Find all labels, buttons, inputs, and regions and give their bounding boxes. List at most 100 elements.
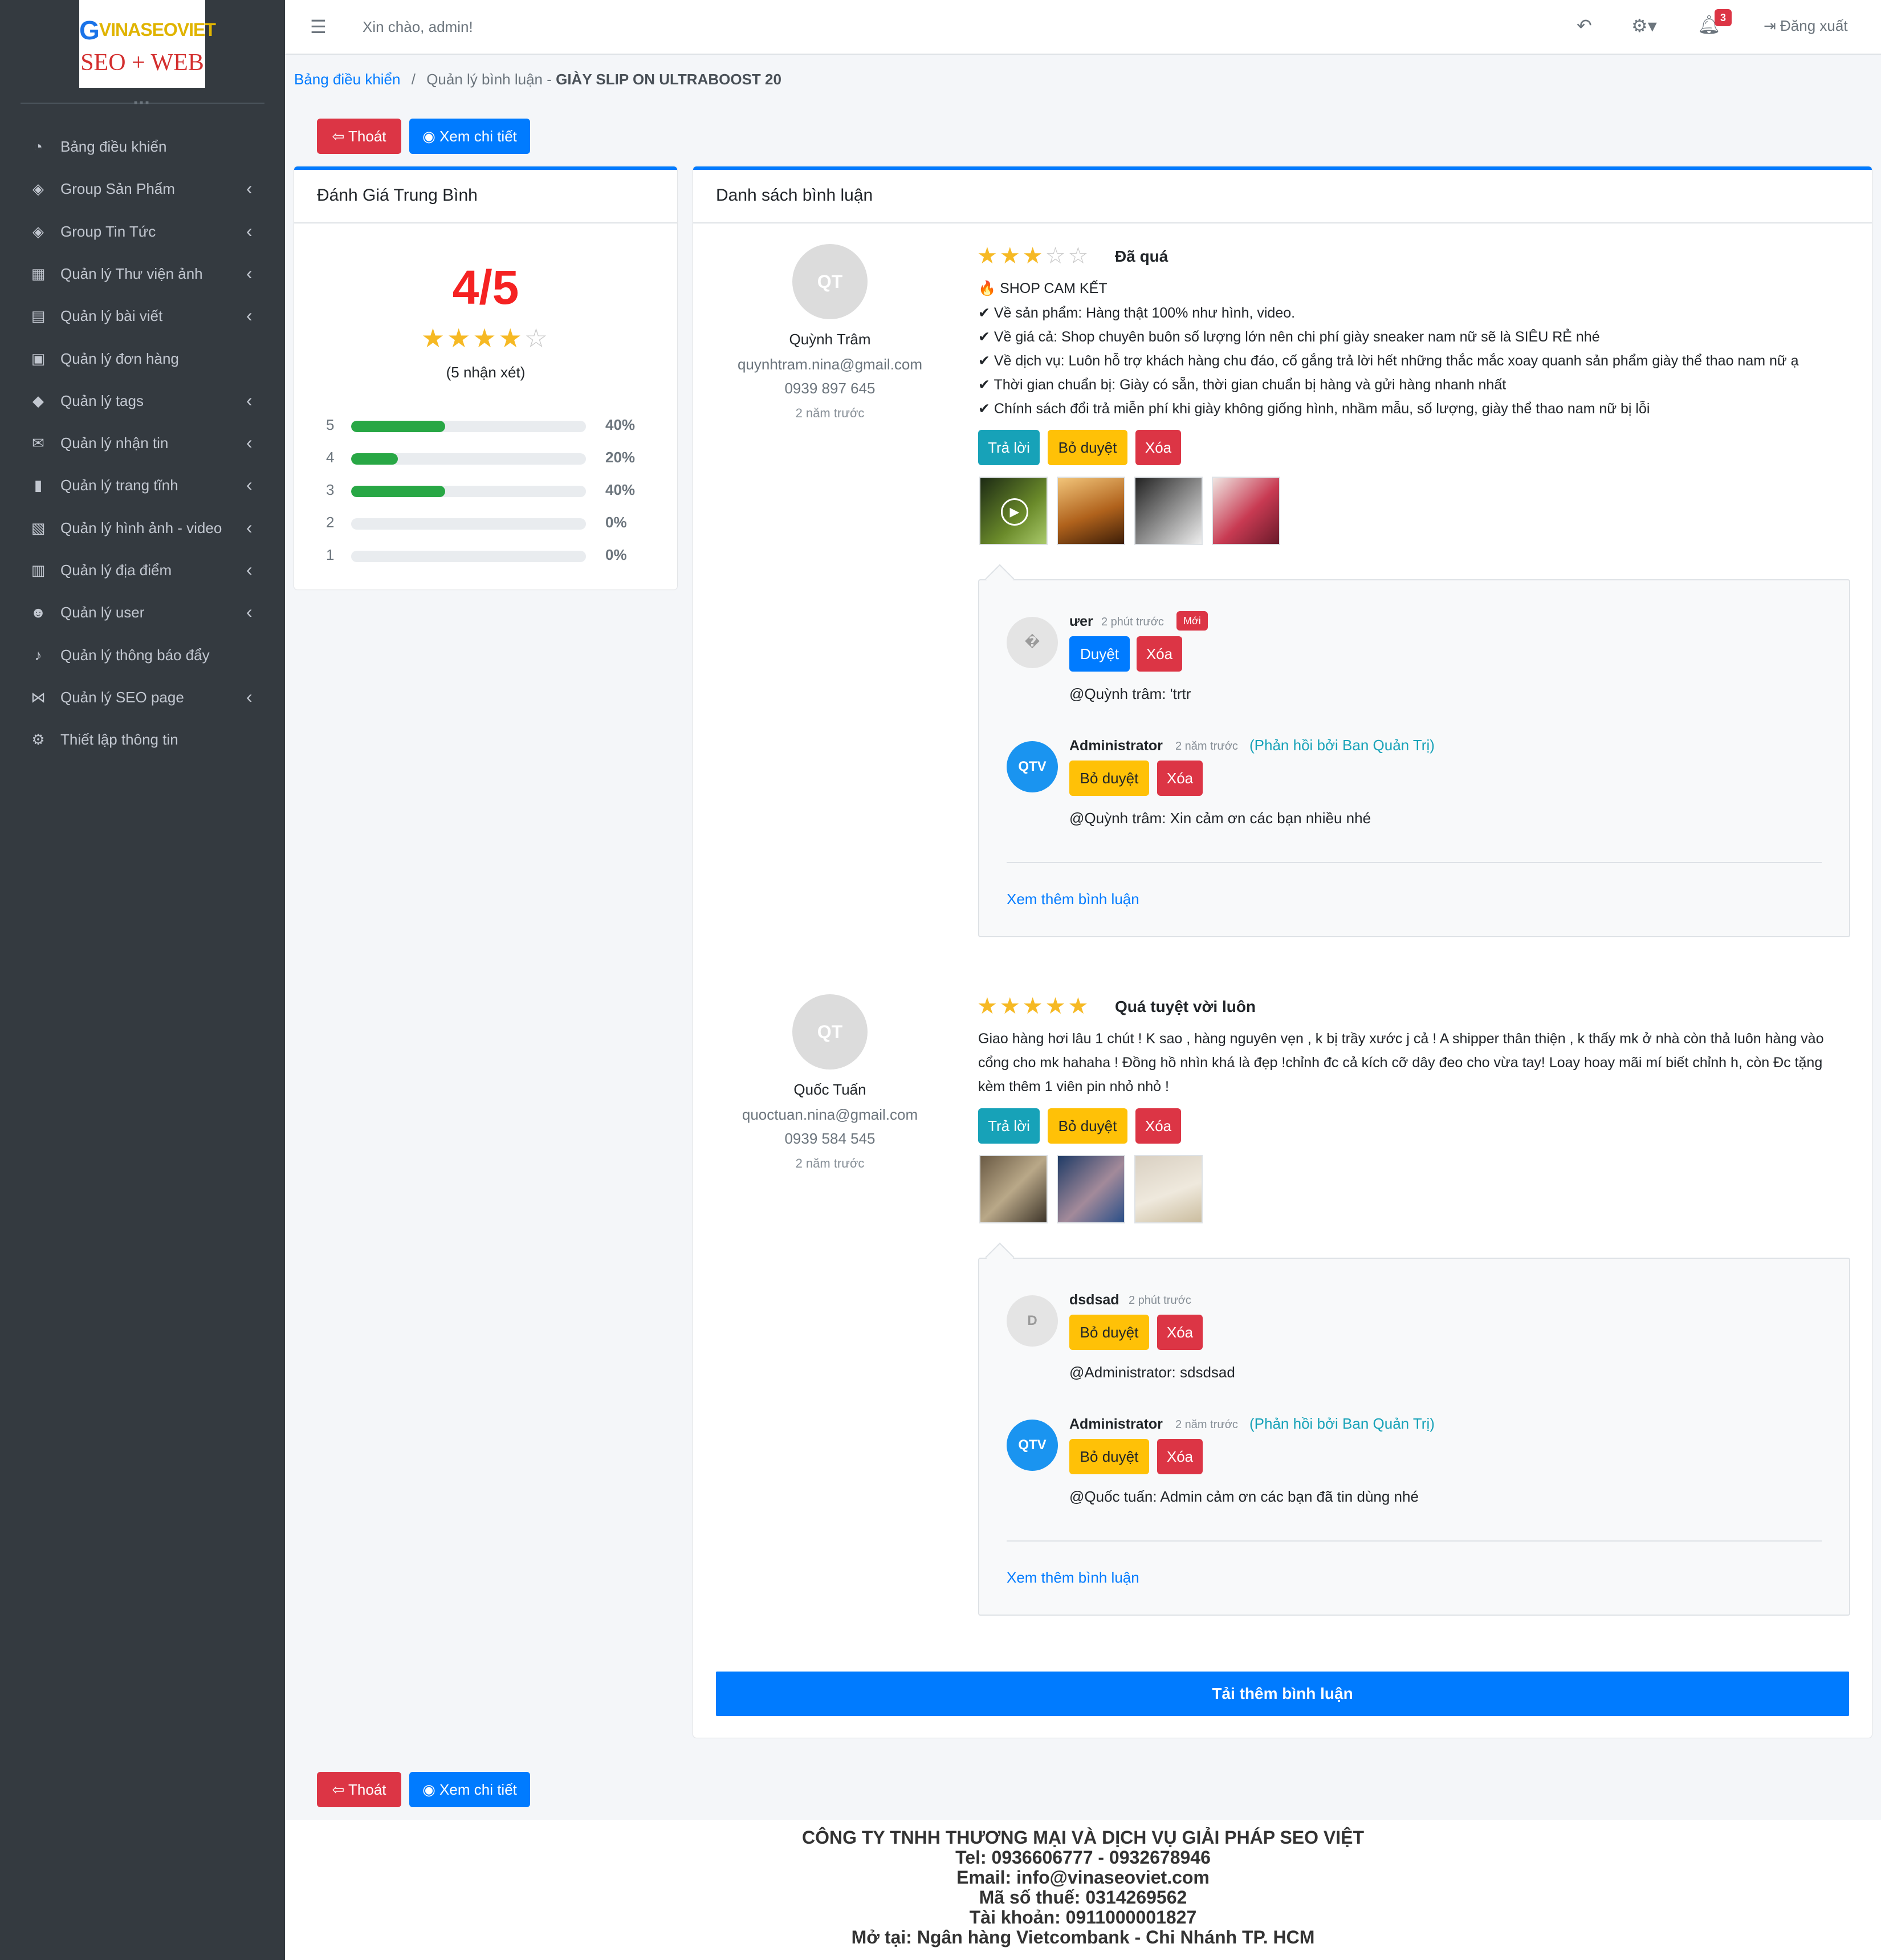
image-thumbnail[interactable] [1057, 477, 1125, 545]
sidebar-item[interactable]: ▦ Quản lý Thư viện ảnh ‹ [0, 253, 285, 295]
settings-dropdown-icon[interactable]: ⚙▾ [1631, 15, 1657, 36]
rating-summary-card: Đánh Giá Trung Bình 4/5 ★★★★☆ (5 nhận xé… [294, 166, 677, 589]
reply-author-name: ưer [1069, 613, 1093, 629]
image-thumbnail[interactable] [979, 1155, 1048, 1223]
rating-progress-track [351, 518, 586, 530]
sidebar-item[interactable]: ✉ Quản lý nhận tin ‹ [0, 422, 285, 464]
sidebar-item[interactable]: ⋈ Quản lý SEO page ‹ [0, 676, 285, 718]
comment-text-line: ✔ Về giá cả: Shop chuyên buôn số lượng l… [978, 329, 1600, 345]
rating-row-star: 3 [326, 481, 335, 498]
exit-label: Thoát [348, 1781, 386, 1798]
comment-author-email: quynhtram.nina@gmail.com [737, 356, 923, 373]
sidebar-item[interactable]: ⚙ Thiết lập thông tin [0, 718, 285, 761]
view-label: Xem chi tiết [439, 128, 517, 145]
breadcrumb-home-link[interactable]: Bảng điều khiển [294, 71, 400, 88]
sidebar-item[interactable]: ▤ Quản lý bài viết ‹ [0, 295, 285, 337]
unapprove-button[interactable]: Bỏ duyệt [1069, 1439, 1149, 1474]
rating-progress-fill [351, 486, 445, 497]
view-detail-button-bottom[interactable]: ◉ Xem chi tiết [409, 1772, 530, 1807]
layers-icon: ◈ [32, 222, 44, 240]
reply-time: 2 năm trước [1175, 740, 1238, 753]
comment-time: 2 năm trước [795, 406, 865, 420]
exit-button-bottom[interactable]: ⇦ Thoát [317, 1772, 401, 1807]
approve-button[interactable]: Duyệt [1069, 636, 1130, 672]
delete-button[interactable]: Xóa [1137, 636, 1182, 672]
star-filled-icon: ★ [999, 243, 1023, 269]
unapprove-button[interactable]: Bỏ duyệt [1048, 1108, 1127, 1144]
reply-avatar: QTV [1007, 1420, 1058, 1471]
chevron-left-icon: ‹ [246, 178, 253, 199]
newspaper-icon: ▤ [31, 307, 46, 325]
sidebar-item-label: Quản lý SEO page [60, 688, 184, 706]
comment-list-title: Danh sách bình luận [693, 170, 1872, 223]
logout-link[interactable]: ⇥ Đăng xuất [1764, 17, 1848, 35]
sidebar-item-label: Group Tin Tức [60, 222, 156, 240]
sidebar-item[interactable]: ▧ Quản lý hình ảnh - video ‹ [0, 507, 285, 549]
sidebar-item[interactable]: ▮ Quản lý trang tĩnh ‹ [0, 464, 285, 506]
rating-progress-track [351, 486, 586, 497]
sidebar-item[interactable]: ☻ Quản lý user ‹ [0, 591, 285, 633]
unapprove-button[interactable]: Bỏ duyệt [1048, 430, 1127, 465]
exit-button-top[interactable]: ⇦ Thoát [317, 119, 401, 154]
more-replies-link[interactable]: Xem thêm bình luận [1007, 890, 1139, 908]
brand-logo[interactable]: GVINASEOVIET SEO + WEB [79, 0, 216, 88]
sidebar-handle-icon[interactable]: ■■■ [125, 100, 160, 107]
sidebar-item[interactable]: ◆ Quản lý tags ‹ [0, 380, 285, 422]
sidebar-item[interactable]: ♪ Quản lý thông báo đẩy [0, 634, 285, 676]
footer-account: Tài khoản: 0911000001827 [969, 1907, 1197, 1928]
logo-brand: GVINASEOVIET [79, 15, 216, 46]
breadcrumb: Bảng điều khiển / Quản lý bình luận - GI… [294, 71, 781, 88]
sidebar-item[interactable]: ◔ Bảng điều khiển [0, 125, 285, 168]
reply-button[interactable]: Trả lời [978, 1108, 1040, 1144]
comment-author-name: Quốc Tuấn [793, 1081, 866, 1098]
greeting: Xin chào, admin! [363, 18, 473, 35]
unapprove-button[interactable]: Bỏ duyệt [1069, 1315, 1149, 1350]
image-thumbnail[interactable] [1057, 1155, 1125, 1223]
video-thumbnail[interactable]: ▶ [979, 477, 1048, 545]
view-detail-button-top[interactable]: ◉ Xem chi tiết [409, 119, 530, 154]
sidebar-item-label: Quản lý trang tĩnh [60, 477, 178, 494]
delete-button[interactable]: Xóa [1157, 1439, 1203, 1474]
star-filled-icon: ★ [1068, 994, 1091, 1019]
comment-title: Quá tuyệt vời luôn [1115, 998, 1256, 1015]
rating-row: 4 20% [326, 446, 668, 469]
image-thumbnail[interactable] [1134, 477, 1203, 545]
sidebar-item-label: Quản lý tags [60, 392, 144, 409]
star-filled-icon: ★ [999, 994, 1023, 1019]
image-thumbnail[interactable] [1134, 1155, 1203, 1223]
sidebar-item-label: Quản lý thông báo đẩy [60, 646, 210, 664]
star-empty-icon: ☆ [1045, 243, 1068, 269]
load-more-button[interactable]: Tải thêm bình luận [716, 1672, 1849, 1716]
sidebar-item-label: Group Sản Phẩm [60, 180, 175, 198]
comment-title: Đã quá [1115, 247, 1168, 265]
more-replies-link[interactable]: Xem thêm bình luận [1007, 1569, 1139, 1587]
rating-progress-fill [351, 453, 398, 465]
sidebar-item[interactable]: ▣ Quản lý đơn hàng [0, 337, 285, 380]
delete-button[interactable]: Xóa [1157, 761, 1203, 796]
sidebar-item[interactable]: ▥ Quản lý địa điểm ‹ [0, 549, 285, 591]
tags-icon: ◆ [32, 392, 44, 409]
sidebar-item[interactable]: ◈ Group Sản Phẩm ‹ [0, 168, 285, 210]
unapprove-button[interactable]: Bỏ duyệt [1069, 761, 1149, 796]
reply-button[interactable]: Trả lời [978, 430, 1040, 465]
comment-avatar: QT [792, 244, 868, 319]
delete-button[interactable]: Xóa [1135, 1108, 1181, 1144]
rating-row-percent: 0% [605, 514, 627, 531]
star-filled-icon: ★ [1022, 994, 1045, 1019]
star-filled-icon: ★ [498, 323, 524, 353]
image-thumbnail[interactable] [1212, 477, 1280, 545]
delete-button[interactable]: Xóa [1135, 430, 1181, 465]
sidebar-item[interactable]: ◈ Group Tin Tức ‹ [0, 210, 285, 253]
chevron-left-icon: ‹ [246, 474, 253, 495]
review-count: (5 nhận xét) [446, 364, 526, 381]
sidebar-item-label: Thiết lập thông tin [60, 731, 178, 749]
comment-text-line: ✔ Về dịch vụ: Luôn hỗ trợ khách hàng chu… [978, 353, 1799, 369]
envelope-icon: ✉ [32, 434, 44, 452]
menu-toggle-icon[interactable]: ☰ [310, 16, 327, 38]
reply-text: @Quốc tuấn: Admin cảm ơn các bạn đã tin … [1069, 1488, 1419, 1505]
footer-tel: Tel: 0936606777 - 0932678946 [955, 1847, 1211, 1868]
delete-button[interactable]: Xóa [1157, 1315, 1203, 1350]
new-badge: Mới [1176, 611, 1208, 631]
bookmark-icon: ▮ [34, 477, 43, 494]
back-icon[interactable]: ↶ [1577, 15, 1592, 36]
